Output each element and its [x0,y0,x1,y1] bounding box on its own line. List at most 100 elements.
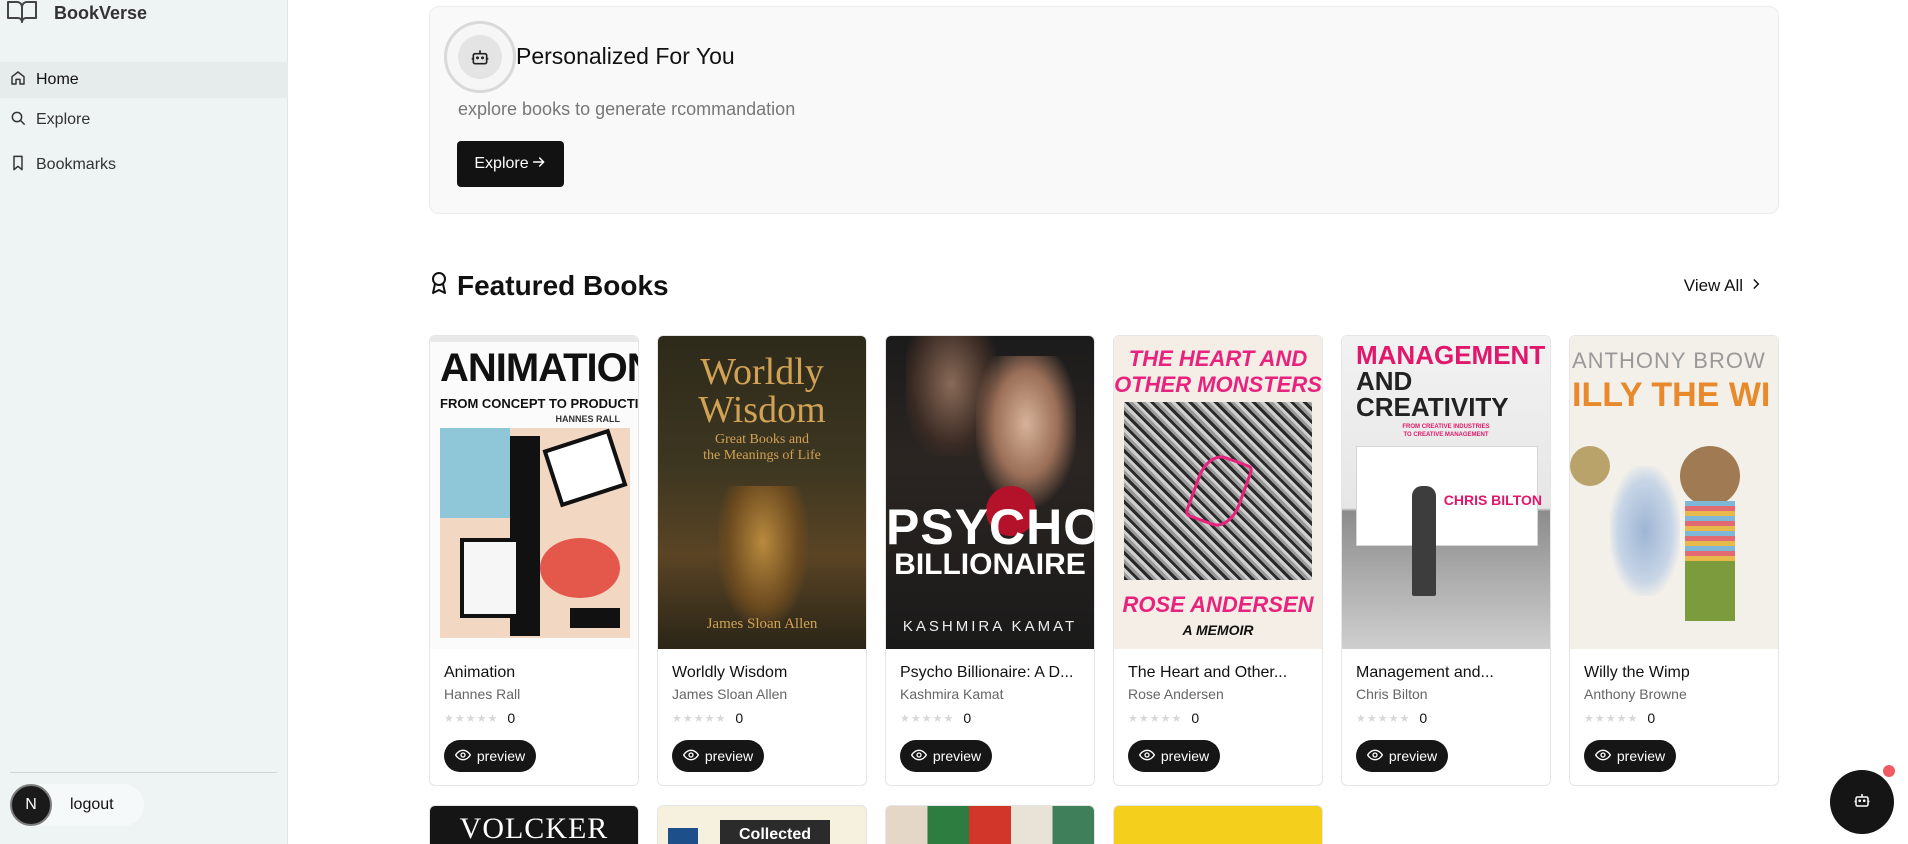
cover-subtitle: A MEMOIR [1182,622,1254,638]
book-card[interactable]: PSYCHO BILLIONAIRE KASHMIRA KAMAT Psycho… [885,335,1095,786]
book-author: Chris Bilton [1356,686,1428,702]
eye-icon [910,747,927,766]
sidebar-divider [10,772,277,773]
book-title: Worldly Wisdom [672,664,788,681]
app-root: BookVerse Home Explore Bookmarks N logou… [0,0,1908,844]
cover-author: KASHMIRA KAMAT [902,618,1078,635]
book-card[interactable]: MANAGEMENT AND CREATIVITY FROM CREATIVE … [1341,335,1551,786]
star-rating-icons: ★ ★ ★ ★ ★ [1128,712,1182,725]
star-rating-icons: ★ ★ ★ ★ ★ [672,712,726,725]
brand[interactable]: BookVerse [6,0,147,26]
star-rating-icons: ★ ★ ★ ★ ★ [1584,712,1638,725]
cover-title-2: OTHER MONSTERS [1114,372,1322,397]
cover-title: ILLY THE WI [1572,376,1771,414]
book-cover: THE HEART AND OTHER MONSTERS ROSE ANDERS… [1114,336,1322,649]
chevron-right-icon [1749,276,1763,296]
book-rating: ★ ★ ★ ★ ★ 0 [1128,710,1199,726]
brand-name: BookVerse [54,2,148,23]
personalized-title: Personalized For You [516,43,735,69]
book-cover: PSYCHO BILLIONAIRE KASHMIRA KAMAT [886,336,1094,649]
book-card[interactable]: ANIMATION FROM CONCEPT TO PRODUCTION HAN… [429,335,639,786]
rating-value: 0 [1419,710,1428,726]
cover-subtitle: FROM CREATIVE INDUSTRIES [1402,424,1490,430]
book-card-peek[interactable] [1113,805,1323,844]
book-card-peek[interactable]: Collected [657,805,867,844]
avatar: N [10,784,52,826]
preview-button[interactable]: preview [900,740,992,772]
chat-bot-button[interactable] [1830,770,1894,834]
bot-icon [1853,791,1871,814]
sidebar-item-label: Explore [36,111,91,128]
sidebar-item-label: Bookmarks [36,156,117,173]
book-cover: Worldly Wisdom Great Books and the Meani… [658,336,866,649]
book-author: Rose Andersen [1128,686,1224,702]
book-rating: ★ ★ ★ ★ ★ 0 [1356,710,1427,726]
sidebar: BookVerse Home Explore Bookmarks N logou… [0,0,288,844]
book-card-peek[interactable] [885,805,1095,844]
book-author: Kashmira Kamat [900,686,1004,702]
rating-value: 0 [735,710,744,726]
cover-title: ANIMATION [440,346,638,390]
home-icon [10,70,26,91]
rating-value: 0 [1191,710,1200,726]
book-author: James Sloan Allen [672,686,788,702]
rating-value: 0 [1647,710,1656,726]
eye-icon [1594,747,1611,766]
cover-author: James Sloan Allen [706,616,818,632]
cover-title: THE HEART AND [1128,346,1308,371]
section-title: Featured Books [429,270,669,302]
sidebar-item-bookmarks[interactable]: Bookmarks [0,147,288,183]
explore-button[interactable]: Explore [457,141,564,187]
logout-button[interactable]: N logout [10,784,144,826]
preview-button[interactable]: preview [1584,740,1676,772]
sidebar-item-explore[interactable]: Explore [0,102,288,138]
book-title: The Heart and Other... [1128,664,1288,681]
cover-subtitle: FROM CONCEPT TO PRODUCTION [440,396,638,411]
book-cover: ANTHONY BROW ILLY THE WI [1570,336,1778,649]
sidebar-item-home[interactable]: Home [0,62,288,98]
book-card[interactable]: ANTHONY BROW ILLY THE WI Willy the Wimp … [1569,335,1779,786]
preview-label: preview [704,748,754,764]
preview-button[interactable]: preview [1356,740,1448,772]
logout-label: logout [70,796,114,813]
cover-title-2: Wisdom [698,389,826,431]
star-rating-icons: ★ ★ ★ ★ ★ [900,712,954,725]
arrow-right-icon [531,154,547,175]
cover-subtitle-2: the Meanings of Life [703,448,821,463]
featured-header: Featured Books View All [429,270,1779,306]
book-author: Anthony Browne [1584,686,1687,702]
cover-title: VOLCKER [459,812,609,844]
eye-icon [1366,747,1383,766]
book-card[interactable]: Worldly Wisdom Great Books and the Meani… [657,335,867,786]
preview-button[interactable]: preview [1128,740,1220,772]
rating-value: 0 [507,710,516,726]
preview-label: preview [476,748,526,764]
book-card-peek[interactable]: VOLCKER [429,805,639,844]
book-title: Animation [444,664,516,681]
eye-icon [454,747,471,766]
explore-button-label: Explore [474,155,529,172]
cover-title: Collected [720,820,830,844]
bookmark-icon [10,155,26,176]
preview-label: preview [932,748,982,764]
book-cover: ANIMATION FROM CONCEPT TO PRODUCTION HAN… [430,336,638,649]
cover-subtitle: Great Books and [714,432,810,447]
preview-button[interactable]: preview [672,740,764,772]
cover-author: ANTHONY BROW [1572,348,1766,373]
star-rating-icons: ★ ★ ★ ★ ★ [444,712,498,725]
eye-icon [682,747,699,766]
book-rating: ★ ★ ★ ★ ★ 0 [900,710,971,726]
personalized-card: Personalized For You explore books to ge… [429,6,1779,214]
cover-author: HANNES RALL [555,414,621,424]
eye-icon [1138,747,1155,766]
view-all-link[interactable]: View All [1684,276,1763,296]
preview-button[interactable]: preview [444,740,536,772]
book-card[interactable]: THE HEART AND OTHER MONSTERS ROSE ANDERS… [1113,335,1323,786]
star-rating-icons: ★ ★ ★ ★ ★ [1356,712,1410,725]
book-rating: ★ ★ ★ ★ ★ 0 [1584,710,1655,726]
open-book-icon [6,0,38,28]
rating-value: 0 [963,710,972,726]
featured-title: Featured Books [457,270,669,301]
cover-author: CHRIS BILTON [1443,492,1542,508]
preview-label: preview [1160,748,1210,764]
